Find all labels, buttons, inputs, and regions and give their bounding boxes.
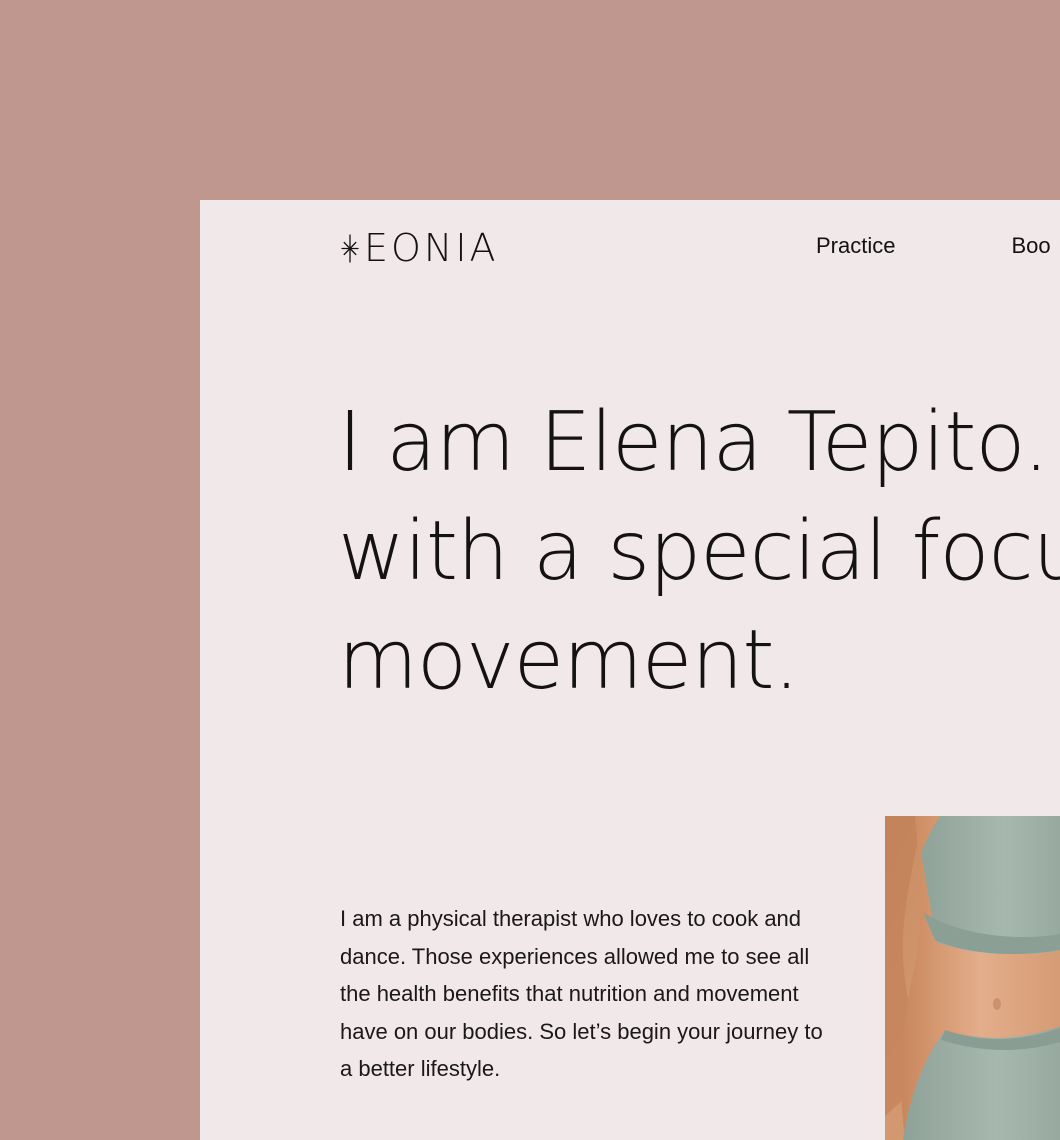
- nav-link-practice[interactable]: Practice: [816, 232, 895, 261]
- website-page: EONIA Practice Boo I am Elena Tepito. F …: [200, 200, 1060, 1140]
- hero-photo: [885, 816, 1060, 1140]
- sparkle-star-icon: [341, 234, 359, 263]
- logo-wordmark: EONIA: [364, 226, 499, 270]
- hero-headline: I am Elena Tepito. F with a special focu…: [338, 395, 1060, 708]
- site-logo[interactable]: EONIA: [340, 226, 499, 270]
- intro-paragraph: I am a physical therapist who loves to c…: [340, 906, 823, 1081]
- nav-link-book[interactable]: Boo: [1011, 232, 1050, 261]
- main-nav: Practice Boo: [816, 232, 1051, 261]
